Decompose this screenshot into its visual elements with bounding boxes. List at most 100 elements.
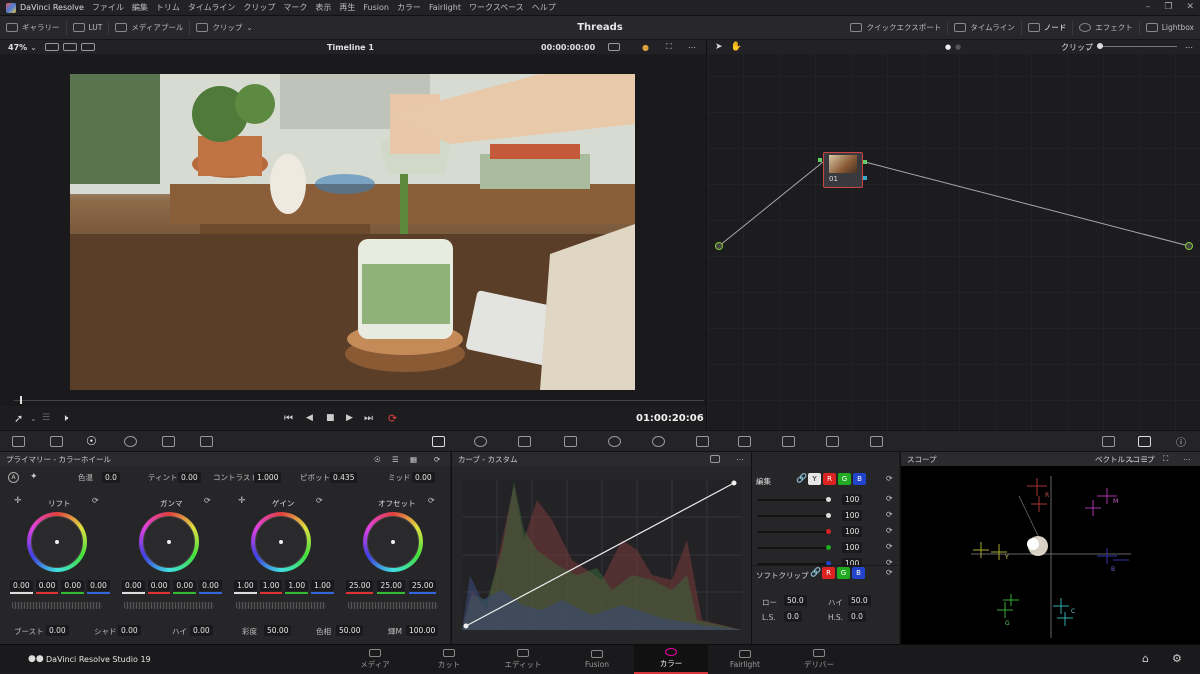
offset-r-value[interactable]: 25.00	[346, 580, 374, 591]
restore-icon[interactable]: ❐	[1164, 2, 1172, 12]
highlight-value[interactable]: 0.00	[190, 625, 213, 636]
temp-value[interactable]: 0.0	[102, 471, 120, 483]
reset-icon[interactable]: ⟳	[886, 526, 893, 535]
color-warper-icon[interactable]	[474, 435, 487, 447]
layers-icon[interactable]: ☰	[42, 413, 50, 423]
menu-clip[interactable]: クリップ	[243, 2, 275, 13]
slider-track[interactable]	[758, 547, 828, 549]
soft-clip-g-toggle[interactable]: G	[837, 567, 850, 579]
menu-fairlight[interactable]: Fairlight	[429, 3, 461, 12]
y-channel-toggle[interactable]: Y	[808, 473, 821, 485]
single-viewer-icon[interactable]	[44, 43, 59, 51]
page-color[interactable]: カラー	[634, 645, 708, 674]
edit-value-4[interactable]: 100	[842, 542, 863, 553]
contrast-value[interactable]: 1.000	[254, 471, 282, 483]
lum-mix-value[interactable]: 100.00	[406, 625, 439, 636]
mid-detail-value[interactable]: 0.00	[412, 471, 435, 483]
hue-value[interactable]: 50.00	[336, 625, 364, 636]
page-edit[interactable]: エディット	[486, 645, 560, 674]
gain-g-value[interactable]: 1.00	[285, 580, 309, 591]
edit-value-1[interactable]: 100	[842, 494, 863, 505]
home-icon[interactable]: ⌂	[1142, 652, 1149, 665]
skip-forward-icon[interactable]: ⏭	[364, 413, 373, 424]
gamma-y-value[interactable]: 0.00	[122, 580, 145, 591]
stop-icon[interactable]: ■	[326, 413, 335, 423]
lut-button[interactable]: LUT	[67, 16, 109, 40]
auto-balance-icon[interactable]: A	[8, 471, 19, 483]
zoom-dropdown[interactable]: 47%	[8, 43, 27, 52]
page-fusion[interactable]: Fusion	[560, 645, 634, 674]
play-icon[interactable]: ▶	[346, 413, 353, 423]
gain-master-wheel[interactable]	[236, 602, 326, 609]
offset-master-wheel[interactable]	[348, 602, 438, 609]
output-connector[interactable]	[1185, 242, 1193, 250]
low-soft-value[interactable]: 0.0	[784, 611, 802, 622]
effects-button[interactable]: エフェクト	[1073, 16, 1139, 40]
scopes-icon[interactable]	[1138, 435, 1151, 447]
reset-icon[interactable]: ⟳	[316, 496, 323, 505]
more-options-icon[interactable]: ⋯	[736, 455, 744, 464]
reset-icon[interactable]: ⟳	[886, 510, 893, 519]
gallery-button[interactable]: ギャラリー	[0, 16, 66, 40]
reset-icon[interactable]: ⟳	[204, 496, 211, 505]
timeline-button[interactable]: タイムライン	[948, 16, 1020, 40]
quick-export-button[interactable]: クイックエクスポート	[844, 16, 947, 40]
slider-track[interactable]	[758, 499, 828, 501]
boost-value[interactable]: 0.00	[46, 625, 69, 636]
color-match-icon[interactable]	[50, 435, 63, 447]
saturation-value[interactable]: 50.00	[264, 625, 292, 636]
pivot-value[interactable]: 0.435	[330, 471, 358, 483]
motion-effects-icon[interactable]	[200, 435, 213, 447]
reset-icon[interactable]: ⟳	[886, 494, 893, 503]
gain-b-value[interactable]: 1.00	[311, 580, 334, 591]
close-icon[interactable]: ✕	[1186, 2, 1194, 12]
r-channel-toggle[interactable]: R	[823, 473, 836, 485]
page-cut[interactable]: カット	[412, 645, 486, 674]
settings-gear-icon[interactable]: ⚙	[1172, 652, 1182, 665]
crosshair-icon[interactable]: ✛	[238, 496, 246, 506]
expand-icon[interactable]: ⛶	[1163, 454, 1168, 464]
compare-viewer-icon[interactable]	[80, 43, 95, 51]
chevron-down-icon[interactable]: ⌄	[30, 414, 37, 423]
source-input[interactable]	[715, 242, 723, 250]
menu-trim[interactable]: トリム	[156, 2, 180, 13]
b-channel-toggle[interactable]: B	[853, 473, 866, 485]
skip-back-icon[interactable]: ⏮	[284, 413, 293, 424]
timeline-name[interactable]: Timeline 1	[327, 43, 374, 52]
gamma-master-wheel[interactable]	[124, 602, 214, 609]
stereo-3d-icon[interactable]	[870, 435, 883, 447]
timecode-top[interactable]: 00:00:00:00	[541, 43, 595, 52]
loop-icon[interactable]: ⟳	[388, 412, 397, 425]
sizing-icon[interactable]	[782, 435, 795, 447]
more-options-icon[interactable]: ⋯	[688, 43, 696, 52]
link-icon[interactable]: 🔗	[796, 474, 807, 484]
key-icon[interactable]	[738, 435, 751, 447]
info-icon[interactable]: ⓘ	[1176, 434, 1186, 449]
reset-icon[interactable]: ⟳	[886, 568, 893, 577]
bars-mode-icon[interactable]: ☰	[392, 455, 399, 464]
menu-timeline[interactable]: タイムライン	[188, 2, 235, 13]
blur-icon[interactable]	[696, 435, 709, 447]
menu-view[interactable]: 表示	[315, 2, 331, 13]
camera-raw-icon[interactable]	[12, 435, 25, 447]
split-viewer-icon[interactable]	[62, 43, 77, 51]
page-media[interactable]: メディア	[338, 645, 412, 674]
more-options-icon[interactable]: ⋯	[1183, 455, 1191, 464]
gamma-color-wheel[interactable]	[139, 512, 199, 572]
curves-icon[interactable]	[432, 435, 445, 447]
menu-playback[interactable]: 再生	[339, 2, 355, 13]
menu-color[interactable]: カラー	[397, 2, 421, 13]
node-input-dot[interactable]	[818, 158, 822, 162]
menu-fusion[interactable]: Fusion	[363, 3, 389, 12]
edit-value-2[interactable]: 100	[842, 510, 863, 521]
media-pool-button[interactable]: メディアプール	[109, 16, 189, 40]
lift-b-value[interactable]: 0.00	[87, 580, 110, 591]
viewer[interactable]	[0, 54, 706, 394]
gain-color-wheel[interactable]	[251, 512, 311, 572]
minimize-icon[interactable]: –	[1146, 2, 1151, 12]
rgb-mixer-icon[interactable]	[162, 435, 175, 447]
tracker-icon[interactable]	[608, 435, 621, 447]
gamma-b-value[interactable]: 0.00	[199, 580, 222, 591]
clips-button[interactable]: クリップ ⌄	[190, 16, 258, 40]
node-editor[interactable]: ➤ ✋ ● ● クリップ ⌄ ⋯ 01	[706, 40, 1200, 430]
